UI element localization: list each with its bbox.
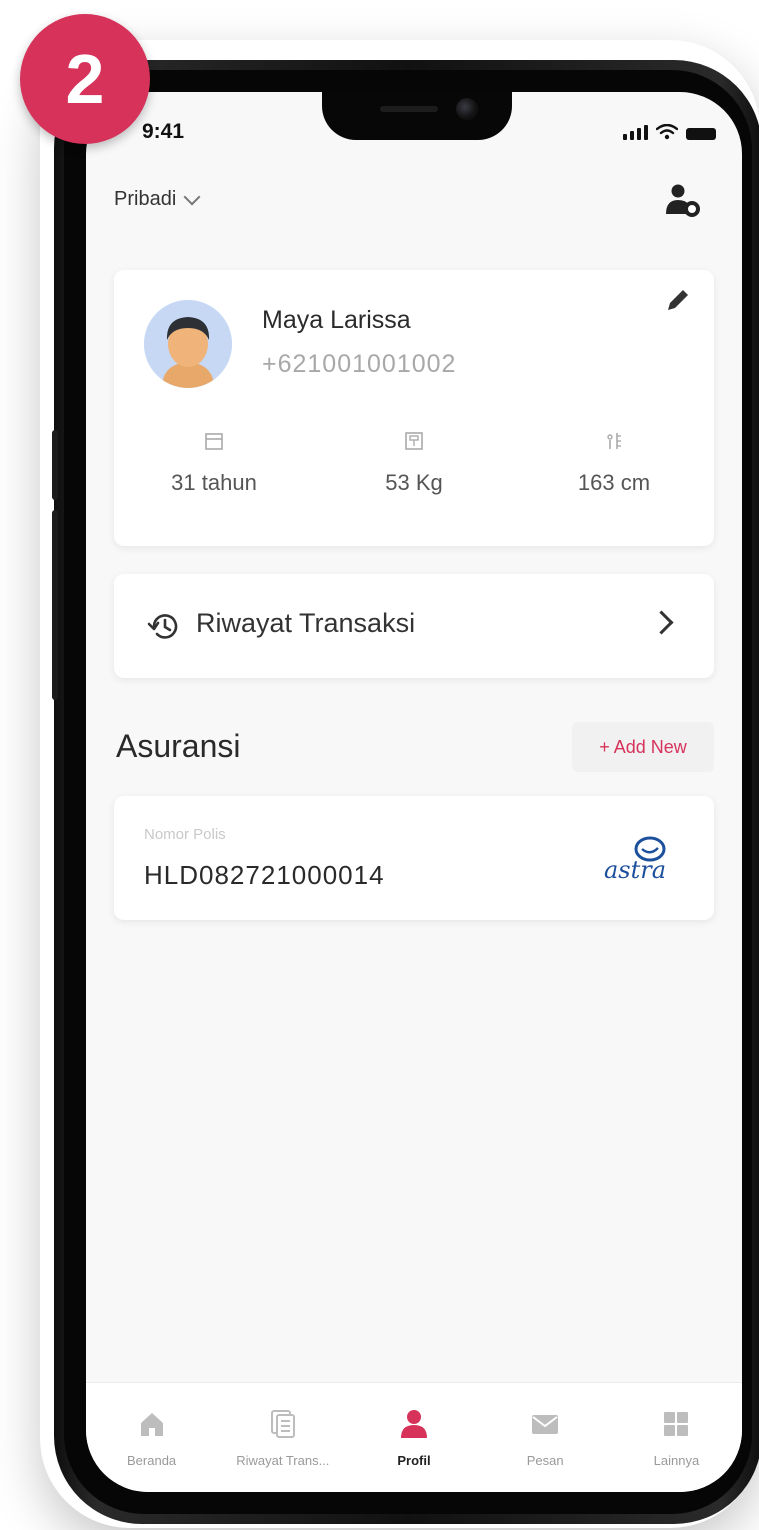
step-badge: 2	[20, 14, 150, 144]
phone-screen: 9:41 Pribadi Maya Larissa +621001001002 …	[86, 92, 742, 1492]
phone-speaker	[380, 106, 438, 112]
profile-stats: 31 tahun 53 Kg 163 cm	[114, 430, 714, 496]
battery-icon	[686, 128, 716, 140]
signal-icon	[623, 125, 648, 140]
stat-height: 163 cm	[514, 430, 714, 496]
side-button	[52, 510, 58, 700]
height-ruler-icon	[607, 433, 621, 449]
wifi-icon	[656, 124, 678, 140]
edit-icon[interactable]	[664, 286, 692, 314]
phone-notch	[322, 92, 512, 140]
chevron-down-icon	[183, 188, 201, 205]
transaction-history-button[interactable]: Riwayat Transaksi	[114, 574, 714, 678]
insurance-section-title: Asuransi	[116, 728, 241, 764]
stat-weight: 53 Kg	[314, 430, 514, 496]
header: Pribadi	[86, 178, 742, 238]
volume-button	[52, 430, 58, 500]
insurer-logo: astra	[604, 836, 666, 884]
status-icons	[623, 124, 716, 140]
bottom-navigation: Beranda Riwayat Trans... Profil Pesan La…	[86, 1382, 742, 1492]
mail-icon	[532, 1415, 559, 1434]
history-icon	[147, 614, 178, 639]
nav-label: Profil	[397, 1453, 431, 1468]
nav-label: Lainnya	[653, 1453, 700, 1468]
stat-age: 31 tahun	[114, 430, 314, 496]
policy-number: HLD082721000014	[144, 860, 385, 890]
stat-value: 163 cm	[577, 470, 651, 495]
account-type-dropdown[interactable]: Pribadi	[114, 188, 201, 211]
calendar-icon	[205, 433, 223, 450]
profile-card: Maya Larissa +621001001002 31 tahun 53 K…	[114, 270, 714, 546]
document-icon	[270, 1410, 295, 1438]
nav-item-transactions[interactable]: Riwayat Trans...	[217, 1383, 348, 1492]
stat-value: 31 tahun	[171, 470, 257, 495]
chevron-right-icon	[649, 610, 674, 635]
insurer-logo-text: astra	[604, 856, 666, 884]
nav-label: Pesan	[526, 1453, 564, 1468]
front-camera	[456, 98, 478, 120]
home-icon	[140, 1413, 163, 1436]
nav-label: Riwayat Trans...	[236, 1453, 330, 1468]
user-name: Maya Larissa	[262, 306, 411, 334]
stat-value: 53 Kg	[385, 470, 443, 495]
account-type-label: Pribadi	[114, 188, 177, 210]
avatar	[144, 300, 232, 388]
nav-label: Beranda	[127, 1453, 177, 1468]
nav-item-home[interactable]: Beranda	[86, 1383, 217, 1492]
status-time: 9:41	[142, 120, 185, 143]
nav-item-more[interactable]: Lainnya	[611, 1383, 742, 1492]
policy-number-label: Nomor Polis	[144, 826, 226, 843]
policy-card[interactable]: Nomor Polis HLD082721000014 astra	[114, 796, 714, 920]
user-phone: +621001001002	[262, 350, 457, 378]
nav-item-messages[interactable]: Pesan	[480, 1383, 611, 1492]
weight-scale-icon	[405, 432, 423, 450]
add-new-button[interactable]: + Add New	[572, 722, 714, 772]
nav-item-profile[interactable]: Profil	[348, 1383, 479, 1492]
switch-user-icon[interactable]	[664, 182, 702, 220]
user-icon	[401, 1410, 427, 1438]
transaction-history-label: Riwayat Transaksi	[196, 608, 416, 638]
grid-icon	[664, 1412, 689, 1436]
